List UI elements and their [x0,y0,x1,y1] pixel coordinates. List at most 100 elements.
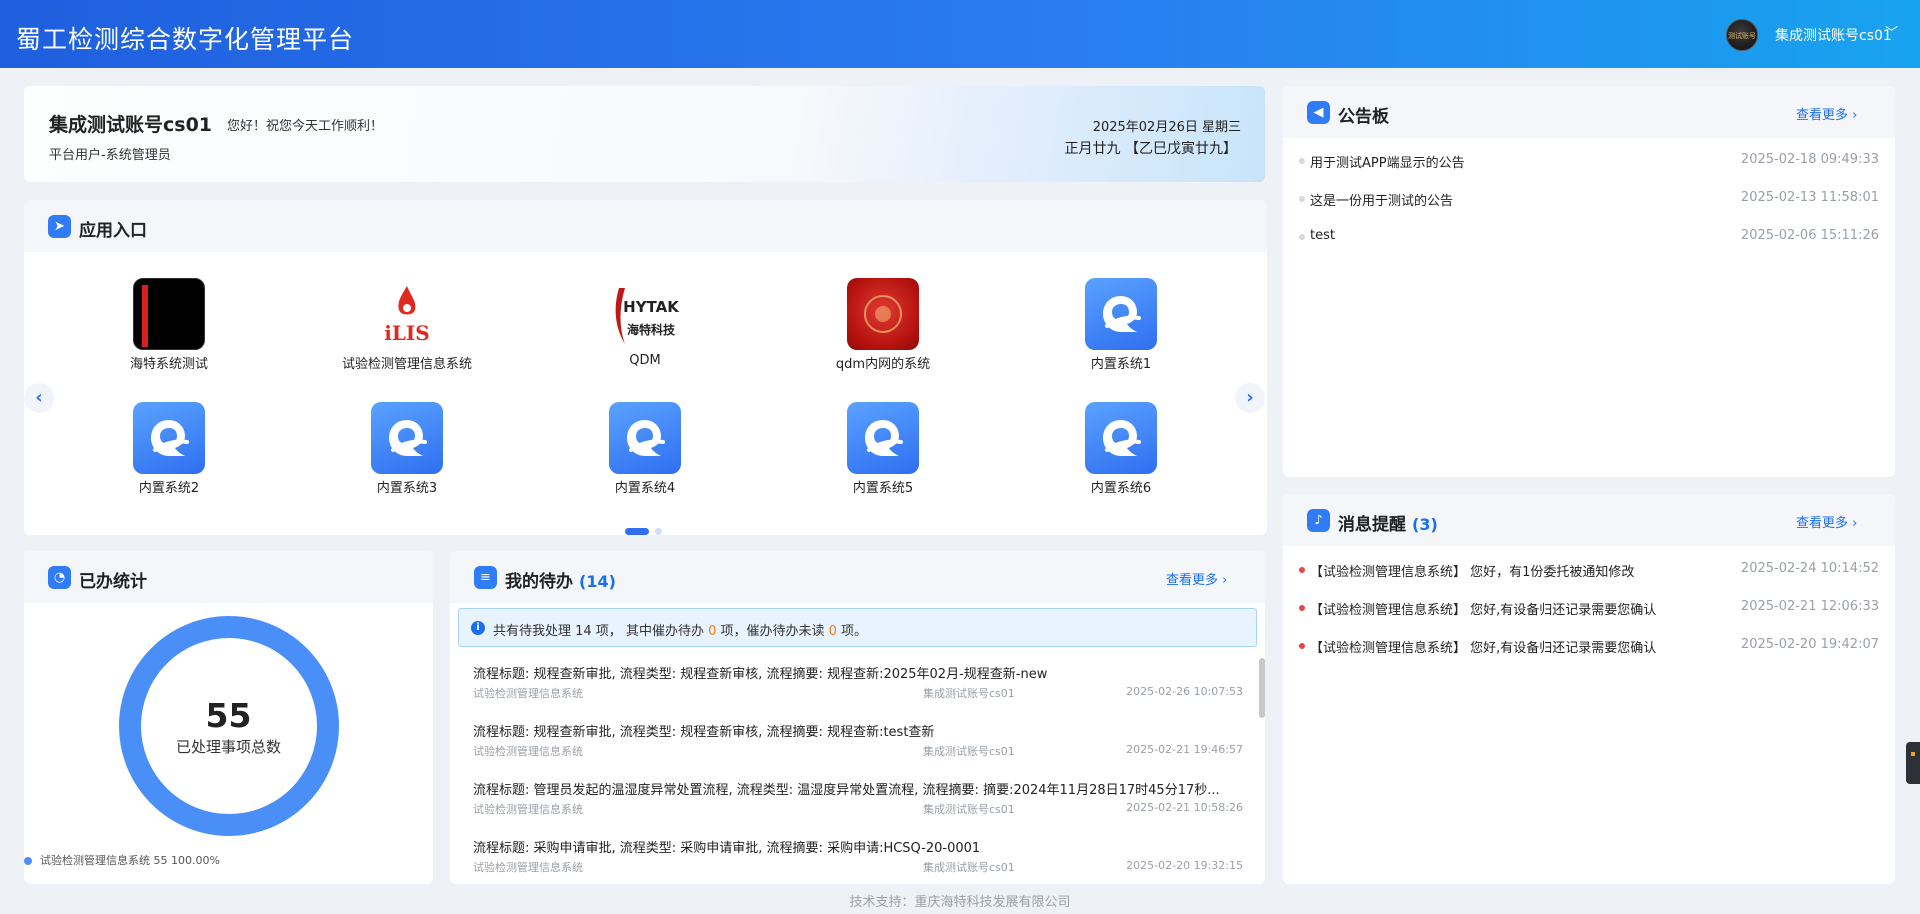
app-name: 试验检测管理信息系统 [341,357,472,372]
carousel-next-button[interactable]: › [1235,383,1265,413]
todo-item-system: 试验检测管理信息系统 [473,745,583,758]
bulletin-item-text[interactable]: test [1310,228,1335,243]
red-logo-icon [847,278,919,350]
builtin-app-icon [847,402,919,474]
todo-summary-part-b: 项，催办待办未读 [716,624,829,639]
app-item[interactable]: qdm内网的系统 [783,278,983,372]
todo-scrollbar[interactable] [1259,658,1265,718]
unread-dot-icon [1299,567,1305,573]
todo-item-title[interactable]: 流程标题: 管理员发起的温湿度异常处置流程, 流程类型: 温湿度异常处置流程, … [473,779,1243,798]
hytak-logo-icon: HYTAK 海特科技 [609,278,681,350]
welcome-role: 平台用户-系统管理员 [49,148,171,163]
carousel-prev-button[interactable]: ‹ [24,383,54,413]
app-item[interactable]: iLIS 试验检测管理信息系统 [307,278,507,372]
hytak-logo-text: HYTAK [623,298,680,316]
todo-item-user: 集成测试账号cs01 [923,687,1015,700]
chevron-down-icon[interactable]: ﹀ [1885,22,1898,41]
todo-item[interactable]: 流程标题: 规程查新审批, 流程类型: 规程查新审核, 流程摘要: 规程查新:2… [473,651,1243,709]
welcome-user-name: 集成测试账号cs01 [49,114,213,136]
app-item[interactable]: 内置系统6 [1021,402,1221,496]
todo-summary-text: 共有待我处理 14 项， 其中催办待办 0 项，催办待办未读 0 项。 [493,620,867,639]
builtin-app-icon [371,402,443,474]
lunar-date: 正月廿九 【乙巳戊寅廿九】 [1064,141,1237,157]
todo-item-title[interactable]: 流程标题: 规程查新审批, 流程类型: 规程查新审核, 流程摘要: 规程查新:t… [473,721,1243,740]
done-stats-header: ◔ 已办统计 [24,551,433,603]
app-item[interactable]: HYTAK 海特科技 QDM [545,278,745,368]
legend-label: 试验检测管理信息系统 55 100.00% [40,854,220,867]
ilis-logo-text: iLIS [384,321,429,345]
message-item-text[interactable]: 【试验检测管理信息系统】 您好,有设备归还记录需要您确认 [1310,637,1656,656]
side-float-tab[interactable] [1906,742,1920,784]
message-item-time: 2025-02-20 19:42:07 [1740,637,1879,652]
carousel-dot[interactable] [655,528,662,535]
bell-icon: ♪ [1307,509,1330,532]
message-item[interactable]: 【试验检测管理信息系统】 您好,有设备归还记录需要您确认 2025-02-21 … [1299,599,1879,619]
app-name: qdm内网的系统 [835,357,931,372]
app-name: 内置系统6 [1090,481,1152,496]
unread-dot-icon [1299,643,1305,649]
messages-title-text: 消息提醒 [1338,515,1406,535]
message-item-text[interactable]: 【试验检测管理信息系统】 您好，有1份委托被通知修改 [1310,561,1634,580]
avatar[interactable]: 测试账号 [1726,19,1758,51]
messages-card: ♪ 消息提醒 (3) 查看更多 › 【试验检测管理信息系统】 您好，有1份委托被通… [1283,494,1895,884]
unread-count: 0 [828,624,837,639]
bulletin-item-text[interactable]: 这是一份用于测试的公告 [1310,190,1453,209]
app-name: 内置系统1 [1090,357,1152,372]
bullet-dot-icon [1299,158,1305,164]
app-item[interactable]: 内置系统5 [783,402,983,496]
bulletin-item-time: 2025-02-13 11:58:01 [1740,190,1879,205]
current-date: 2025年02月26日 星期三 [1092,120,1241,135]
carousel-pagination[interactable] [625,520,662,535]
todo-item-system: 试验检测管理信息系统 [473,861,583,874]
messages-more-link[interactable]: 查看更多 › [1796,512,1857,531]
todo-count: (14) [579,572,616,591]
app-name: 内置系统4 [614,481,676,496]
welcome-greeting: 您好！祝您今天工作顺利！ [227,119,384,134]
todo-item-title[interactable]: 流程标题: 采购申请审批, 流程类型: 采购申请审批, 流程摘要: 采购申请:H… [473,837,1243,856]
app-name: 内置系统3 [376,481,438,496]
top-header: 蜀工检测综合数字化管理平台 测试账号 集成测试账号cs01 ﹀ [0,0,1920,68]
app-item[interactable]: 内置系统2 [69,402,269,496]
todo-item[interactable]: 流程标题: 采购申请审批, 流程类型: 采购申请审批, 流程摘要: 采购申请:H… [473,825,1243,883]
bulletin-more-label: 查看更多 [1796,108,1849,123]
todo-item-user: 集成测试账号cs01 [923,803,1015,816]
app-entrance-header: ➤ 应用入口 [24,200,1267,252]
bulletin-item-text[interactable]: 用于测试APP端显示的公告 [1310,152,1465,171]
done-total-label: 已处理事项总数 [175,738,281,756]
todo-header: ≡ 我的待办 (14) 查看更多 › [450,551,1265,603]
message-item-text[interactable]: 【试验检测管理信息系统】 您好,有设备归还记录需要您确认 [1310,599,1656,618]
message-item[interactable]: 【试验检测管理信息系统】 您好，有1份委托被通知修改 2025-02-24 10… [1299,561,1879,581]
pie-chart-icon: ◔ [48,566,71,589]
app-item[interactable]: 内置系统1 [1021,278,1221,372]
message-item-time: 2025-02-21 12:06:33 [1740,599,1879,614]
todo-summary-part-c: 项。 [836,624,868,639]
todo-item-system: 试验检测管理信息系统 [473,803,583,816]
todo-summary-part-a: 共有待我处理 14 项， 其中催办待办 [493,624,709,639]
bulletin-item[interactable]: 这是一份用于测试的公告 2025-02-13 11:58:01 [1299,190,1879,210]
builtin-app-icon [1085,402,1157,474]
app-item[interactable]: 海特系统测试 [69,278,269,372]
app-item[interactable]: 内置系统3 [307,402,507,496]
bulletin-more-link[interactable]: 查看更多 › [1796,104,1857,123]
todo-item-time: 2025-02-20 19:32:15 [1126,859,1243,872]
bulletin-item[interactable]: test 2025-02-06 15:11:26 [1299,228,1879,248]
user-menu-name[interactable]: 集成测试账号cs01 [1775,25,1892,45]
megaphone-icon: ◀ [1307,101,1330,124]
done-total-number: 55 [205,696,252,735]
carousel-dot-active[interactable] [625,528,649,535]
app-name: 内置系统2 [138,481,200,496]
message-item[interactable]: 【试验检测管理信息系统】 您好,有设备归还记录需要您确认 2025-02-20 … [1299,637,1879,657]
hytak-logo-subtext: 海特科技 [627,322,676,337]
bullet-dot-icon [1299,196,1305,202]
todo-item-time: 2025-02-21 10:58:26 [1126,801,1243,814]
todo-more-link[interactable]: 查看更多 › [1166,569,1227,588]
builtin-app-icon [609,402,681,474]
todo-item[interactable]: 流程标题: 管理员发起的温湿度异常处置流程, 流程类型: 温湿度异常处置流程, … [473,767,1243,825]
bulletin-item[interactable]: 用于测试APP端显示的公告 2025-02-18 09:49:33 [1299,152,1879,172]
todo-item[interactable]: 流程标题: 规程查新审批, 流程类型: 规程查新审核, 流程摘要: 规程查新:t… [473,709,1243,767]
donut-legend-item[interactable]: 试验检测管理信息系统 55 100.00% [24,852,220,868]
bulletin-title: 公告板 [1338,107,1389,127]
unread-dot-icon [1299,605,1305,611]
app-item[interactable]: 内置系统4 [545,402,745,496]
todo-item-title[interactable]: 流程标题: 规程查新审批, 流程类型: 规程查新审核, 流程摘要: 规程查新:2… [473,663,1243,682]
